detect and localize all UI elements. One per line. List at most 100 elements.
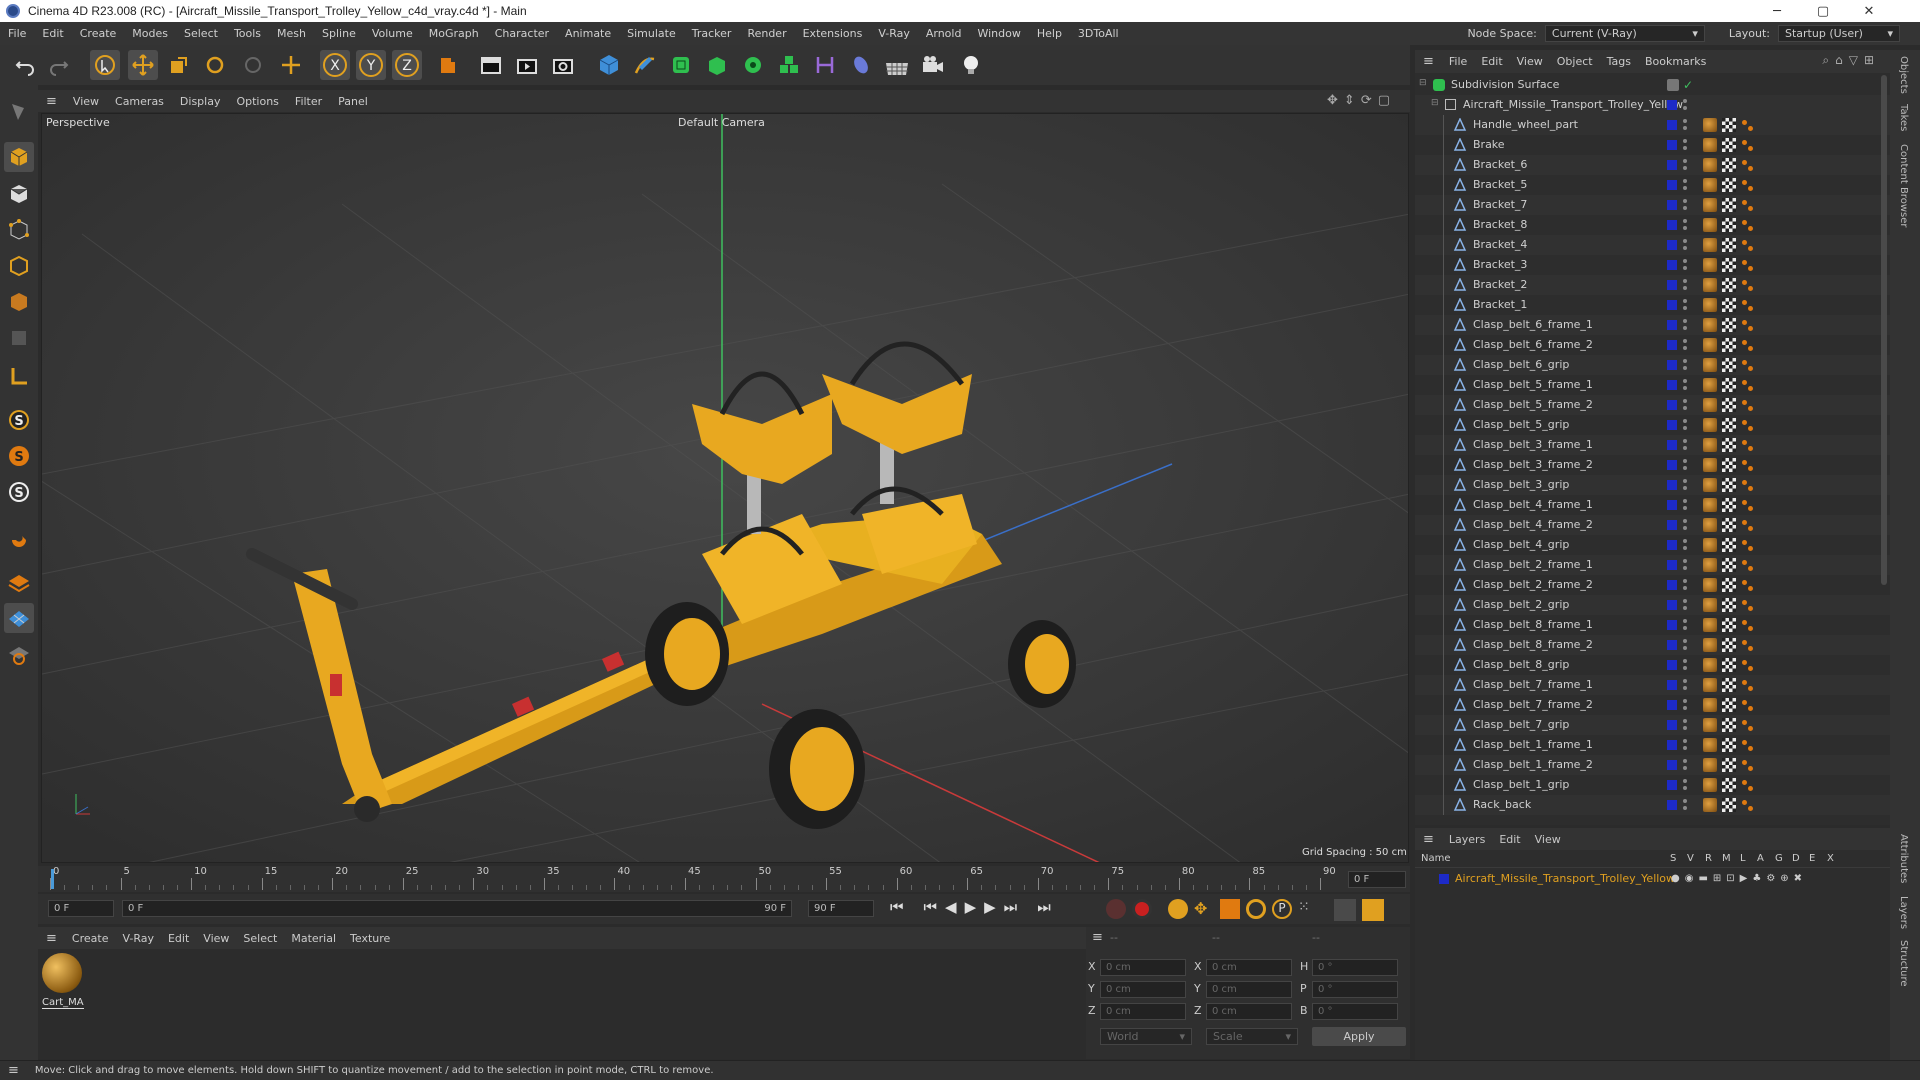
material-menu-texture[interactable]: Texture <box>343 932 397 945</box>
mograph-cloner-button[interactable] <box>738 50 768 80</box>
selection-tag-icon[interactable] <box>1741 738 1755 752</box>
previous-key-icon[interactable]: ⏮ <box>924 898 938 916</box>
selection-tag-icon[interactable] <box>1741 758 1755 772</box>
end-frame-field[interactable]: 90 F <box>808 900 874 917</box>
object-row[interactable]: Clasp_belt_5_frame_2 <box>1415 395 1890 415</box>
close-button[interactable]: ✕ <box>1846 0 1892 22</box>
vray-material-tag-icon[interactable] <box>1703 458 1717 472</box>
vray-material-tag-icon[interactable] <box>1703 798 1717 812</box>
selection-tag-icon[interactable] <box>1741 538 1755 552</box>
pos-z-field[interactable]: 0 cm <box>1100 1003 1186 1020</box>
menu-create[interactable]: Create <box>72 27 125 40</box>
environment-button[interactable] <box>846 50 876 80</box>
menu-modes[interactable]: Modes <box>124 27 176 40</box>
texture-tag-icon[interactable] <box>1722 138 1736 152</box>
selection-tag-icon[interactable] <box>1741 138 1755 152</box>
visibility-dots[interactable] <box>1683 718 1687 732</box>
texture-tag-icon[interactable] <box>1722 478 1736 492</box>
make-editable-button[interactable] <box>4 96 34 126</box>
floor-object-button[interactable] <box>882 50 912 80</box>
collapse-icon[interactable]: ⊟ <box>1419 78 1427 88</box>
visibility-dots[interactable] <box>1683 738 1687 752</box>
layer-color-swatch[interactable] <box>1667 660 1677 670</box>
uv-mode-button[interactable] <box>4 323 34 353</box>
object-row[interactable]: Clasp_belt_3_grip <box>1415 475 1890 495</box>
layer-color-swatch[interactable] <box>1667 640 1677 650</box>
visibility-dots[interactable] <box>1683 778 1687 792</box>
size-y-field[interactable]: 0 cm <box>1206 981 1292 998</box>
object-row[interactable]: Clasp_belt_1_frame_2 <box>1415 755 1890 775</box>
menu-file[interactable]: File <box>0 27 34 40</box>
texture-tag-icon[interactable] <box>1722 558 1736 572</box>
menu-window[interactable]: Window <box>969 27 1028 40</box>
texture-tag-icon[interactable] <box>1722 598 1736 612</box>
selection-tag-icon[interactable] <box>1741 718 1755 732</box>
menu-vray[interactable]: V-Ray <box>870 27 918 40</box>
texture-tag-icon[interactable] <box>1722 338 1736 352</box>
texture-tag-icon[interactable] <box>1722 638 1736 652</box>
texture-tag-icon[interactable] <box>1722 178 1736 192</box>
hamburger-icon[interactable]: ≡ <box>38 94 65 109</box>
pos-y-field[interactable]: 0 cm <box>1100 981 1186 998</box>
apply-button[interactable]: Apply <box>1312 1027 1406 1046</box>
layer-color-swatch[interactable] <box>1667 700 1677 710</box>
texture-tag-icon[interactable] <box>1722 438 1736 452</box>
selection-tag-icon[interactable] <box>1741 298 1755 312</box>
record-active-keys-icon[interactable] <box>1132 899 1152 919</box>
object-row[interactable]: Rack_back <box>1415 795 1890 815</box>
vray-material-tag-icon[interactable] <box>1703 158 1717 172</box>
object-menu-bookmarks[interactable]: Bookmarks <box>1638 55 1713 68</box>
layer-color-swatch[interactable] <box>1667 620 1677 630</box>
menu-select[interactable]: Select <box>176 27 226 40</box>
menu-edit[interactable]: Edit <box>34 27 71 40</box>
vray-material-tag-icon[interactable] <box>1703 618 1717 632</box>
layer-color-swatch[interactable] <box>1667 160 1677 170</box>
vray-material-tag-icon[interactable] <box>1703 198 1717 212</box>
texture-tag-icon[interactable] <box>1722 718 1736 732</box>
object-row[interactable]: Clasp_belt_6_frame_2 <box>1415 335 1890 355</box>
polygons-mode-button[interactable] <box>4 287 34 317</box>
object-row[interactable]: Clasp_belt_3_frame_1 <box>1415 435 1890 455</box>
object-row[interactable]: Bracket_1 <box>1415 295 1890 315</box>
collapse-icon[interactable]: ⊟ <box>1431 98 1439 108</box>
texture-tag-icon[interactable] <box>1722 758 1736 772</box>
visibility-dots[interactable] <box>1683 158 1687 172</box>
selection-tag-icon[interactable] <box>1741 638 1755 652</box>
layer-toggle-icons[interactable]: ●◉▬⊞⊡▶♣⚙⊕✖ <box>1671 873 1807 884</box>
pos-x-field[interactable]: 0 cm <box>1100 959 1186 976</box>
layer-color-swatch[interactable] <box>1667 680 1677 690</box>
visibility-dots[interactable] <box>1683 638 1687 652</box>
layer-color-swatch[interactable] <box>1667 500 1677 510</box>
selection-tag-icon[interactable] <box>1741 178 1755 192</box>
texture-tag-icon[interactable] <box>1722 498 1736 512</box>
selection-tag-icon[interactable] <box>1741 658 1755 672</box>
object-menu-tags[interactable]: Tags <box>1600 55 1638 68</box>
selection-tag-icon[interactable] <box>1741 778 1755 792</box>
viewport-menu-filter[interactable]: Filter <box>287 95 330 108</box>
vray-material-tag-icon[interactable] <box>1703 378 1717 392</box>
key-rotation-icon[interactable] <box>1246 899 1266 919</box>
vray-material-tag-icon[interactable] <box>1703 758 1717 772</box>
menu-volume[interactable]: Volume <box>364 27 421 40</box>
selection-tag-icon[interactable] <box>1741 338 1755 352</box>
visibility-dots[interactable] <box>1683 198 1687 212</box>
viewport-menu-cameras[interactable]: Cameras <box>107 95 172 108</box>
texture-tag-icon[interactable] <box>1722 698 1736 712</box>
field-object-button[interactable] <box>810 50 840 80</box>
selection-tag-icon[interactable] <box>1741 578 1755 592</box>
layer-color-swatch[interactable] <box>1667 420 1677 430</box>
layer-color-swatch[interactable] <box>1667 540 1677 550</box>
node-space-dropdown[interactable]: Current (V-Ray) ▾ <box>1544 25 1705 42</box>
locked-workplane-button[interactable] <box>4 639 34 669</box>
vray-material-tag-icon[interactable] <box>1703 678 1717 692</box>
texture-tag-icon[interactable] <box>1722 258 1736 272</box>
object-row[interactable]: Bracket_7 <box>1415 195 1890 215</box>
vray-material-tag-icon[interactable] <box>1703 298 1717 312</box>
visibility-dots[interactable] <box>1683 318 1687 332</box>
vray-material-tag-icon[interactable] <box>1703 718 1717 732</box>
object-row[interactable]: Bracket_2 <box>1415 275 1890 295</box>
record-disabled-icon[interactable] <box>1106 899 1126 919</box>
axis-mode-button[interactable] <box>4 361 34 391</box>
checkerboard-toggle-icon[interactable] <box>1667 79 1679 91</box>
tab-objects[interactable]: Objects <box>1898 56 1909 94</box>
